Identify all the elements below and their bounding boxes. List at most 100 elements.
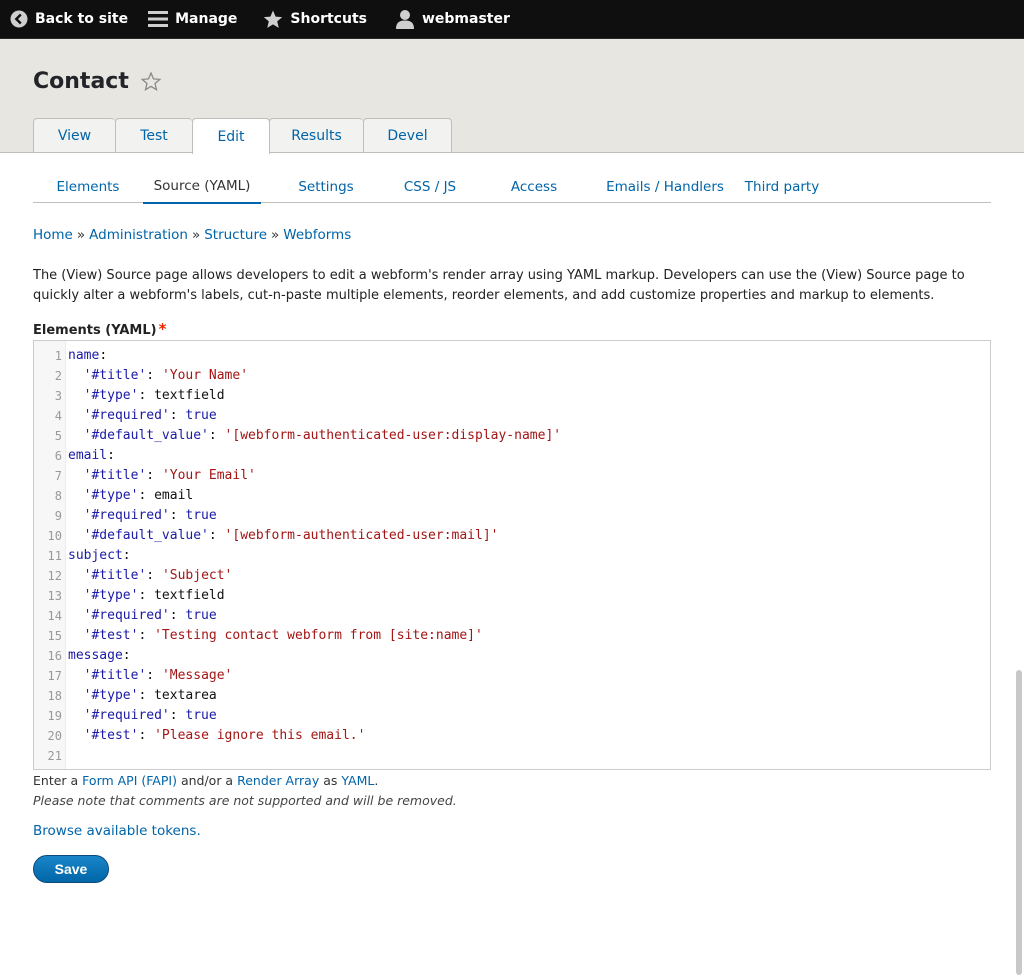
code-token: subject <box>68 548 123 563</box>
code-token: : <box>146 568 162 583</box>
required-marker: * <box>158 320 167 338</box>
subtab-css-js[interactable]: CSS / JS <box>391 170 469 203</box>
yaml-link[interactable]: YAML <box>341 773 374 788</box>
breadcrumb-home[interactable]: Home <box>33 227 73 243</box>
code-line[interactable]: 5 '#default_value': '[webform-authentica… <box>34 426 990 446</box>
breadcrumb-separator: » <box>271 227 280 243</box>
breadcrumb-separator: » <box>76 227 86 243</box>
code-line[interactable]: 10 '#default_value': '[webform-authentic… <box>34 526 990 546</box>
code-token: 'Your Email' <box>161 468 256 483</box>
page-title: Contact <box>33 69 129 94</box>
code-token: true <box>185 408 217 423</box>
code-token: '#type' <box>83 688 139 703</box>
subtab-settings[interactable]: Settings <box>261 170 391 203</box>
subtab-access[interactable]: Access <box>469 170 599 203</box>
code-line[interactable]: 14 '#required': true <box>34 606 990 626</box>
code-token: : <box>169 608 186 623</box>
user-menu-button[interactable]: webmaster <box>395 0 510 39</box>
line-number: 19 <box>47 709 62 723</box>
code-token: '#title' <box>83 368 147 383</box>
shortcuts-label: Shortcuts <box>290 11 367 27</box>
tab-edit[interactable]: Edit <box>192 118 270 154</box>
code-token: '[webform-authenticated-user:display-nam… <box>224 428 562 443</box>
star-outline-icon[interactable] <box>140 72 161 91</box>
code-line[interactable]: 3 '#type': textfield <box>34 386 990 406</box>
user-label: webmaster <box>421 11 510 27</box>
field-help-text: Enter a Form API (FAPI) and/or a Render … <box>33 773 378 788</box>
page-scrollbar-thumb[interactable] <box>1016 670 1022 975</box>
line-code: '#type': textfield <box>62 586 990 606</box>
code-token: : textfield <box>138 588 225 603</box>
manage-menu-button[interactable]: Manage <box>148 0 237 39</box>
help-prefix: Enter a <box>33 773 83 788</box>
code-token: '#test' <box>83 728 139 743</box>
subtab-source-yaml[interactable]: Source (YAML) <box>143 170 261 204</box>
code-line[interactable]: 12 '#title': 'Subject' <box>34 566 990 586</box>
subtab-elements[interactable]: Elements <box>33 170 143 203</box>
code-line[interactable]: 11 subject: <box>34 546 990 566</box>
code-token: : email <box>138 488 194 503</box>
code-line[interactable]: 15 '#test': 'Testing contact webform fro… <box>34 626 990 646</box>
breadcrumb-administration[interactable]: Administration <box>89 227 188 243</box>
line-code: '#required': true <box>62 406 990 426</box>
code-token: '#required' <box>83 608 170 623</box>
code-line[interactable]: 21 <box>34 746 990 766</box>
code-line[interactable]: 13 '#type': textfield <box>34 586 990 606</box>
code-line[interactable]: 20 '#test': 'Please ignore this email.' <box>34 726 990 746</box>
subtab-emails-handlers[interactable]: Emails / Handlers <box>599 170 731 203</box>
code-line[interactable]: 16 message: <box>34 646 990 666</box>
tab-view[interactable]: View <box>33 118 115 153</box>
line-number: 7 <box>54 469 62 483</box>
line-code: '#test': 'Please ignore this email.' <box>62 726 990 746</box>
code-line[interactable]: 8 '#type': email <box>34 486 990 506</box>
code-token: 'Subject' <box>161 568 233 583</box>
code-line[interactable]: 7 '#title': 'Your Email' <box>34 466 990 486</box>
code-token: '#default_value' <box>83 528 209 543</box>
code-line[interactable]: 6 email: <box>34 446 990 466</box>
render-array-link[interactable]: Render Array <box>237 773 319 788</box>
subtab-third-party[interactable]: Third party <box>731 170 833 203</box>
code-token: : <box>99 348 108 363</box>
code-line[interactable]: 18 '#type': textarea <box>34 686 990 706</box>
code-token: 'Testing contact webform from [site:name… <box>154 628 483 643</box>
breadcrumb-structure[interactable]: Structure <box>204 227 267 243</box>
tab-devel[interactable]: Devel <box>363 118 452 153</box>
line-code: name: <box>62 346 990 366</box>
line-code: '#title': 'Your Email' <box>62 466 990 486</box>
elements-yaml-label: Elements (YAML) * <box>33 320 166 338</box>
code-token: : <box>138 628 155 643</box>
tab-test[interactable]: Test <box>115 118 192 153</box>
code-line[interactable]: 19 '#required': true <box>34 706 990 726</box>
code-line[interactable]: 2 '#title': 'Your Name' <box>34 366 990 386</box>
breadcrumb-webforms[interactable]: Webforms <box>283 227 351 243</box>
line-code: '#type': textfield <box>62 386 990 406</box>
help-suffix: . <box>374 773 379 788</box>
tab-results[interactable]: Results <box>269 118 363 153</box>
line-number: 15 <box>47 629 62 643</box>
code-line[interactable]: 1 name: <box>34 346 990 366</box>
line-number: 5 <box>54 429 62 443</box>
code-line[interactable]: 17 '#title': 'Message' <box>34 666 990 686</box>
yaml-code-editor[interactable]: 1 name: 2 '#title': 'Your Name' 3 '#type': … <box>33 340 991 770</box>
line-code: '#title': 'Subject' <box>62 566 990 586</box>
code-lines: 1 name: 2 '#title': 'Your Name' 3 '#type': … <box>34 346 990 766</box>
browse-tokens-link[interactable]: Browse available tokens. <box>33 823 201 839</box>
code-line[interactable]: 9 '#required': true <box>34 506 990 526</box>
back-to-site-link[interactable]: Back to site <box>10 0 128 39</box>
line-code: '#type': email <box>62 486 990 506</box>
line-code: email: <box>62 446 990 466</box>
code-line[interactable]: 4 '#required': true <box>34 406 990 426</box>
code-token: : <box>169 508 186 523</box>
save-button[interactable]: Save <box>33 855 109 883</box>
line-number: 3 <box>54 389 62 403</box>
fapi-link[interactable]: Form API (FAPI) <box>82 773 177 788</box>
code-token: : <box>138 728 155 743</box>
back-to-site-label: Back to site <box>35 11 129 27</box>
shortcuts-menu-button[interactable]: Shortcuts <box>263 0 367 39</box>
